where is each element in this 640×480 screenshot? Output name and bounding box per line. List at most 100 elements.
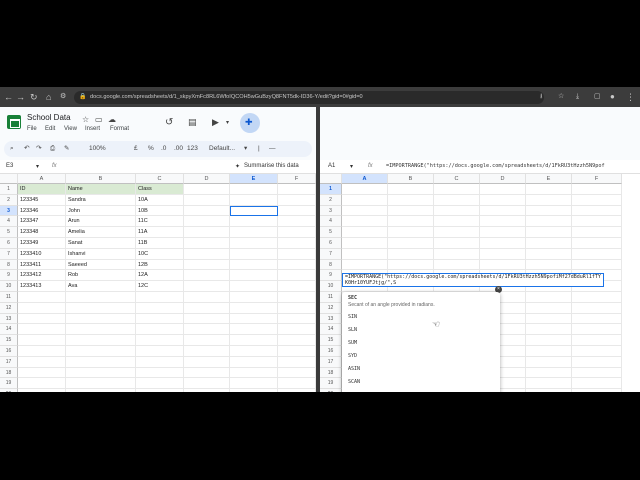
data-cell[interactable] — [434, 238, 480, 249]
data-cell[interactable] — [526, 184, 572, 195]
header-cell[interactable] — [184, 184, 230, 195]
data-cell[interactable] — [526, 378, 572, 390]
data-cell[interactable] — [434, 248, 480, 260]
column-header-a[interactable]: A — [342, 174, 388, 184]
data-cell[interactable] — [230, 356, 278, 368]
data-cell[interactable] — [342, 194, 388, 206]
data-cell[interactable] — [66, 302, 136, 314]
data-cell[interactable]: 1233413 — [18, 281, 66, 292]
row-header[interactable]: 17 — [320, 356, 342, 368]
row-header[interactable]: 1 — [320, 184, 342, 195]
row-header[interactable]: 17 — [0, 356, 18, 368]
data-cell[interactable] — [66, 292, 136, 303]
row-header[interactable]: 5 — [320, 227, 342, 238]
column-header-e[interactable]: E — [526, 174, 572, 184]
data-cell[interactable]: 123347 — [18, 216, 66, 228]
percent-button[interactable]: % — [148, 144, 154, 154]
data-cell[interactable] — [184, 238, 230, 249]
menu-format[interactable]: Format — [110, 126, 129, 132]
data-cell[interactable] — [136, 324, 184, 336]
row-header[interactable]: 19 — [0, 378, 18, 390]
data-cell[interactable] — [278, 302, 316, 314]
cloud-status-icon[interactable]: ☁ — [108, 115, 116, 124]
row-header[interactable]: 6 — [320, 238, 342, 249]
data-cell[interactable]: 11A — [136, 227, 184, 238]
data-cell[interactable] — [278, 270, 316, 282]
data-cell[interactable] — [18, 346, 66, 357]
data-cell[interactable] — [278, 227, 316, 238]
data-cell[interactable]: 123346 — [18, 205, 66, 217]
column-header-f[interactable]: F — [278, 174, 316, 184]
row-header[interactable]: 7 — [0, 248, 18, 260]
data-cell[interactable] — [230, 302, 278, 314]
data-cell[interactable] — [480, 248, 526, 260]
row-header[interactable]: 14 — [0, 324, 18, 336]
formula-input[interactable]: =IMPORTRANGE("https://docs.google.com/sp… — [386, 163, 605, 169]
data-cell[interactable]: 123349 — [18, 238, 66, 249]
data-cell[interactable] — [434, 259, 480, 271]
data-cell[interactable] — [278, 356, 316, 368]
row-header[interactable]: 3 — [320, 205, 342, 217]
data-cell[interactable] — [184, 248, 230, 260]
suggestion-item[interactable]: SIN — [348, 314, 357, 320]
data-cell[interactable] — [434, 227, 480, 238]
data-cell[interactable] — [66, 378, 136, 390]
row-header[interactable]: 20 — [320, 389, 342, 392]
data-cell[interactable] — [434, 216, 480, 228]
downloads-icon[interactable]: ⤓ — [576, 91, 579, 103]
row-header[interactable]: 19 — [320, 378, 342, 390]
data-cell[interactable]: Ishanvi — [66, 248, 136, 260]
data-cell[interactable] — [184, 356, 230, 368]
data-cell[interactable] — [526, 216, 572, 228]
data-cell[interactable] — [572, 356, 622, 368]
data-cell[interactable] — [278, 216, 316, 228]
data-cell[interactable] — [526, 238, 572, 249]
data-cell[interactable] — [230, 216, 278, 228]
selected-cell-e3[interactable] — [230, 205, 278, 217]
menu-insert[interactable]: Insert — [85, 126, 100, 132]
data-cell[interactable] — [66, 313, 136, 325]
sheets-logo-icon[interactable] — [7, 115, 21, 129]
data-cell[interactable] — [136, 313, 184, 325]
increase-decimal-button[interactable]: .00 — [174, 144, 183, 154]
data-cell[interactable] — [572, 248, 622, 260]
row-header[interactable]: 13 — [320, 313, 342, 325]
data-cell[interactable] — [184, 281, 230, 292]
move-folder-icon[interactable]: ▭ — [95, 115, 103, 124]
data-cell[interactable]: 123345 — [18, 194, 66, 206]
search-icon[interactable]: ⌕ — [10, 144, 14, 154]
data-cell[interactable]: Saeeed — [66, 259, 136, 271]
data-cell[interactable] — [230, 248, 278, 260]
cell-editor[interactable]: =IMPORTRANGE("https://docs.google.com/sp… — [342, 273, 604, 287]
data-cell[interactable] — [230, 367, 278, 379]
data-cell[interactable] — [184, 324, 230, 336]
data-cell[interactable] — [342, 205, 388, 217]
data-cell[interactable] — [342, 227, 388, 238]
row-header[interactable]: 16 — [0, 346, 18, 357]
row-header[interactable]: 11 — [320, 292, 342, 303]
row-header[interactable]: 9 — [0, 270, 18, 282]
data-cell[interactable]: 10B — [136, 205, 184, 217]
data-cell[interactable] — [342, 259, 388, 271]
header-cell[interactable] — [278, 184, 316, 195]
data-cell[interactable] — [230, 313, 278, 325]
row-header[interactable]: 1 — [0, 184, 18, 195]
data-cell[interactable] — [18, 302, 66, 314]
data-cell[interactable] — [230, 389, 278, 392]
data-cell[interactable] — [230, 194, 278, 206]
data-cell[interactable] — [526, 227, 572, 238]
data-cell[interactable] — [278, 324, 316, 336]
data-cell[interactable] — [342, 216, 388, 228]
row-header[interactable]: 9 — [320, 270, 342, 282]
data-cell[interactable] — [184, 367, 230, 379]
header-cell[interactable] — [230, 184, 278, 195]
data-cell[interactable] — [526, 292, 572, 303]
suggestion-item[interactable]: SEC — [348, 295, 357, 301]
data-cell[interactable] — [572, 367, 622, 379]
row-header[interactable]: 2 — [320, 194, 342, 206]
data-cell[interactable] — [278, 335, 316, 346]
data-cell[interactable] — [230, 238, 278, 249]
data-cell[interactable] — [480, 194, 526, 206]
data-cell[interactable] — [184, 302, 230, 314]
data-cell[interactable] — [230, 259, 278, 271]
